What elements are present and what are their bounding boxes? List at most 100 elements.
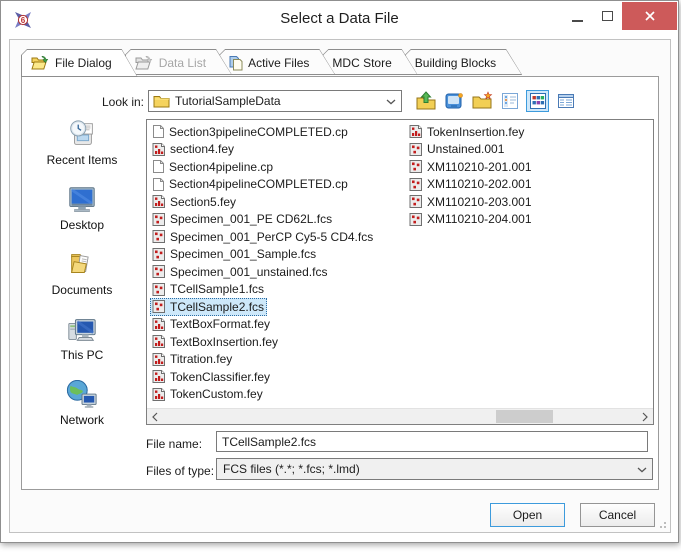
look-in-combobox[interactable]: TutorialSampleData: [148, 90, 402, 112]
tab-data-list[interactable]: Data List: [125, 49, 232, 75]
file-name-input[interactable]: TCellSample2.fcs: [216, 431, 648, 452]
tab-building-blocks[interactable]: Building Blocks: [405, 49, 522, 75]
folder-open-icon: [31, 55, 50, 70]
sidebar-item-network[interactable]: Network: [26, 379, 138, 427]
sidebar-item-label: This PC: [61, 348, 104, 362]
minimize-icon: [572, 20, 583, 22]
close-button[interactable]: [622, 2, 677, 30]
sidebar-item-documents[interactable]: Documents: [26, 249, 138, 297]
horizontal-scrollbar[interactable]: [147, 408, 653, 424]
fcs-file-icon: [152, 229, 166, 244]
file-label: Section5.fey: [170, 195, 236, 209]
titlebar[interactable]: 6 Select a Data File: [1, 1, 678, 39]
file-unstained-001[interactable]: Unstained.001: [407, 141, 507, 159]
file-section4pipeline-cp[interactable]: Section4pipeline.cp: [150, 158, 276, 176]
minimize-button[interactable]: [562, 2, 592, 30]
dialog-body-panel: File DialogData List Active Files MDC Stor…: [9, 39, 671, 533]
file-label: XM110210-204.001: [427, 212, 532, 226]
file-section3pipelinecompleted-cp[interactable]: Section3pipelineCOMPLETED.cp: [150, 123, 351, 141]
file-titration-fey[interactable]: Titration.fey: [150, 351, 235, 369]
file-list[interactable]: Section3pipelineCOMPLETED.cpsection4.fey…: [146, 119, 654, 425]
file-specimen-001-sample-fcs[interactable]: Specimen_001_Sample.fcs: [150, 246, 319, 264]
file-label: Specimen_001_PerCP Cy5-5 CD4.fcs: [170, 230, 373, 244]
select-data-file-dialog: 6 Select a Data File File DialogData Lis…: [0, 0, 679, 543]
recent-items-icon: [65, 119, 99, 151]
tab-active-files[interactable]: Active Files: [219, 49, 335, 75]
fcs-file-icon: [409, 212, 423, 227]
tab-label: Active Files: [248, 56, 309, 70]
fcs-file-icon: [152, 247, 166, 262]
file-label: TokenInsertion.fey: [427, 125, 524, 139]
sidebar-item-this-pc[interactable]: This PC: [26, 314, 138, 362]
scroll-right-arrow-icon[interactable]: [637, 409, 653, 424]
file-section4pipelinecompleted-cp[interactable]: Section4pipelineCOMPLETED.cp: [150, 176, 351, 194]
desktop-button[interactable]: [442, 90, 465, 112]
tab-file-dialog[interactable]: File Dialog: [21, 49, 138, 77]
file-column-1: Section3pipelineCOMPLETED.cpsection4.fey…: [150, 123, 407, 407]
fcs-file-icon: [152, 299, 166, 314]
scroll-left-arrow-icon[interactable]: [147, 409, 163, 424]
file-xm110210-203-001[interactable]: XM110210-203.001: [407, 193, 535, 211]
sidebar-item-label: Network: [60, 413, 104, 427]
file-tcellsample2-fcs[interactable]: TCellSample2.fcs: [150, 298, 267, 316]
folder-toolbar: [414, 90, 577, 112]
cp-file-icon: [152, 124, 165, 139]
file-name-label: File name:: [146, 437, 202, 451]
fey-file-icon: [152, 334, 166, 349]
open-button[interactable]: Open: [490, 503, 565, 527]
desktop-icon: [443, 91, 465, 111]
maximize-icon: [602, 11, 613, 21]
new-folder-button[interactable]: [470, 90, 493, 112]
file-tokencustom-fey[interactable]: TokenCustom.fey: [150, 386, 266, 404]
sidebar-item-desktop[interactable]: Desktop: [26, 184, 138, 232]
sidebar-item-recent-items[interactable]: Recent Items: [26, 119, 138, 167]
tab-label: Building Blocks: [415, 56, 496, 70]
thumbnails-view-button[interactable]: [526, 90, 549, 112]
file-tcellsample1-fcs[interactable]: TCellSample1.fcs: [150, 281, 267, 299]
file-xm110210-202-001[interactable]: XM110210-202.001: [407, 176, 535, 194]
fey-file-icon: [152, 369, 166, 384]
resize-grip[interactable]: [657, 519, 667, 529]
file-label: TCellSample2.fcs: [170, 300, 264, 314]
sidebar-item-label: Recent Items: [47, 153, 118, 167]
fcs-file-icon: [409, 177, 423, 192]
fcs-file-icon: [152, 282, 166, 297]
file-textboxformat-fey[interactable]: TextBoxFormat.fey: [150, 316, 273, 334]
file-label: TokenClassifier.fey: [170, 370, 270, 384]
tab-mdc-store[interactable]: MDC Store: [322, 49, 417, 75]
file-label: Specimen_001_unstained.fcs: [170, 265, 327, 279]
file-specimen-001-unstained-fcs[interactable]: Specimen_001_unstained.fcs: [150, 263, 330, 281]
file-label: XM110210-201.001: [427, 160, 532, 174]
fcs-file-icon: [152, 212, 166, 227]
file-tokenclassifier-fey[interactable]: TokenClassifier.fey: [150, 368, 273, 386]
up-one-level-button[interactable]: [414, 90, 437, 112]
chevron-down-icon: [386, 99, 396, 105]
new-folder-icon: [471, 91, 493, 111]
sidebar-item-label: Desktop: [60, 218, 104, 232]
file-label: XM110210-203.001: [427, 195, 532, 209]
files-of-type-combobox[interactable]: FCS files (*.*; *.fcs; *.lmd): [216, 458, 653, 480]
fey-file-icon: [152, 352, 166, 367]
fey-file-icon: [152, 194, 166, 209]
file-label: TextBoxFormat.fey: [170, 317, 270, 331]
files-of-type-value: FCS files (*.*; *.fcs; *.lmd): [223, 462, 360, 476]
network-icon: [65, 379, 99, 411]
file-specimen-001-pe-cd62l-fcs[interactable]: Specimen_001_PE CD62L.fcs: [150, 211, 335, 229]
file-specimen-001-percp-cy5-5-cd4-fcs[interactable]: Specimen_001_PerCP Cy5-5 CD4.fcs: [150, 228, 376, 246]
file-section5-fey[interactable]: Section5.fey: [150, 193, 239, 211]
file-section4-fey[interactable]: section4.fey: [150, 141, 237, 159]
fey-file-icon: [152, 387, 166, 402]
file-textboxinsertion-fey[interactable]: TextBoxInsertion.fey: [150, 333, 281, 351]
details-view-button[interactable]: [554, 90, 577, 112]
fcs-file-icon: [409, 194, 423, 209]
file-xm110210-204-001[interactable]: XM110210-204.001: [407, 211, 535, 229]
file-tokeninsertion-fey[interactable]: TokenInsertion.fey: [407, 123, 527, 141]
maximize-button[interactable]: [592, 2, 622, 30]
scrollbar-thumb[interactable]: [496, 410, 553, 423]
cp-file-icon: [152, 177, 165, 192]
file-xm110210-201-001[interactable]: XM110210-201.001: [407, 158, 535, 176]
file-label: TokenCustom.fey: [170, 387, 263, 401]
view-menu-button[interactable]: [498, 90, 521, 112]
cancel-button[interactable]: Cancel: [580, 503, 655, 527]
tab-label: MDC Store: [332, 56, 391, 70]
